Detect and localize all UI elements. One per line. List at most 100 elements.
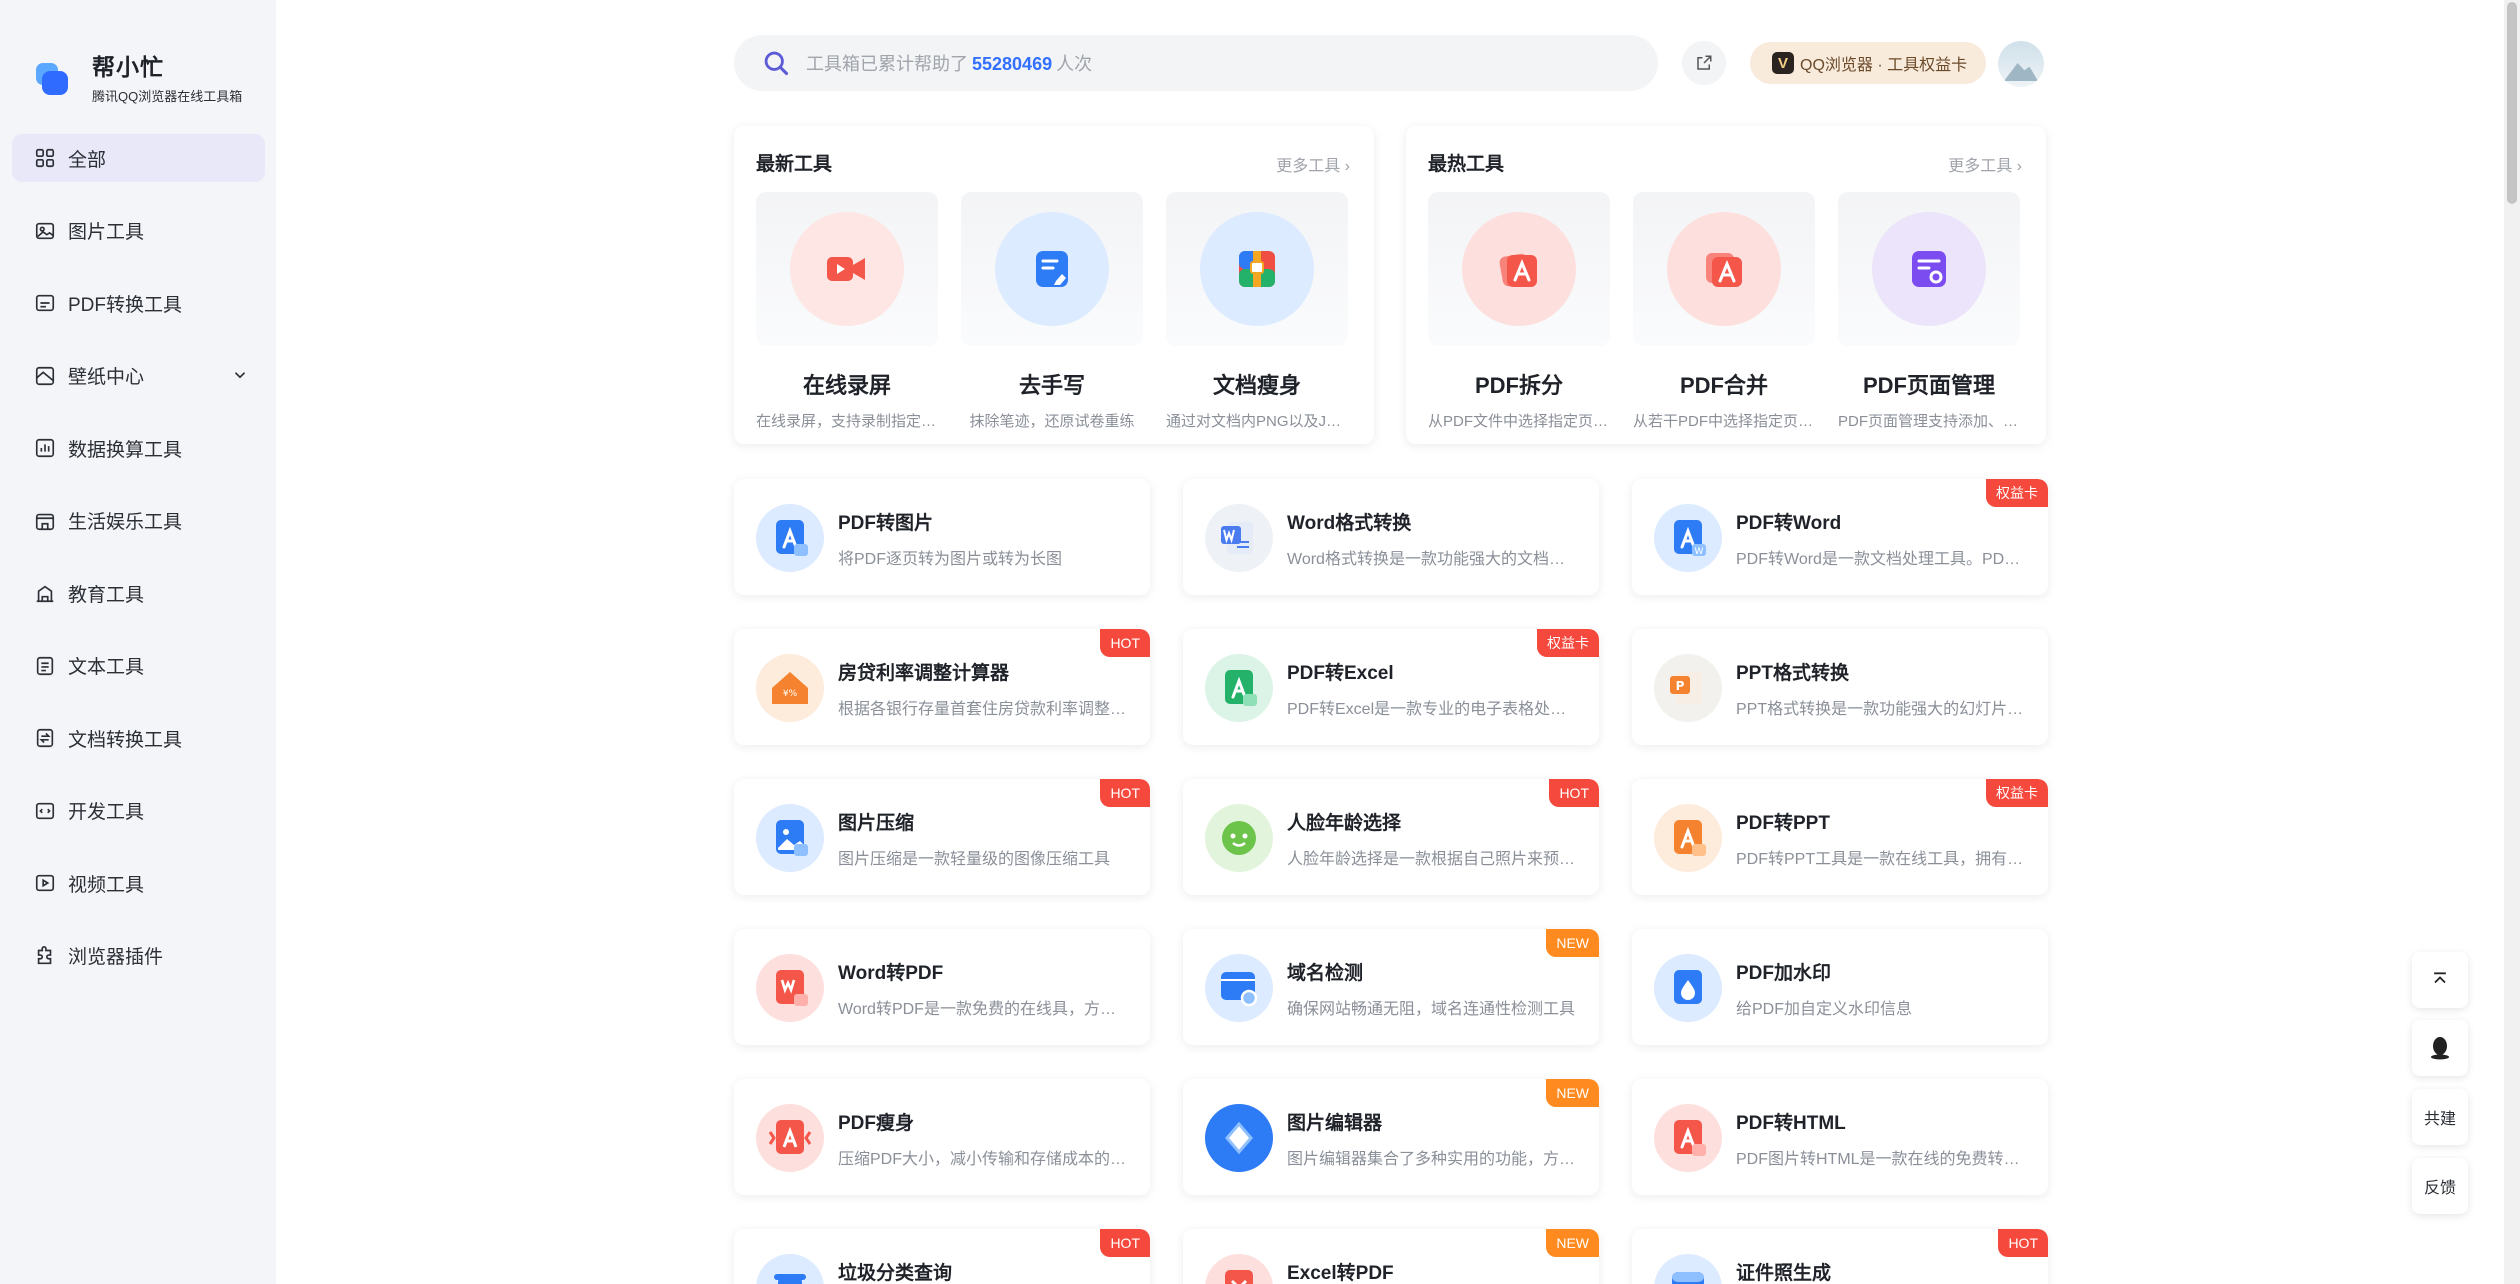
- sidebar-item-6[interactable]: 教育工具: [12, 569, 265, 617]
- image-icon: [34, 220, 56, 242]
- tool-card-title: 图片编辑器: [1287, 1113, 1383, 1134]
- tool-badge: NEW: [1546, 1079, 1599, 1107]
- code-icon: [34, 800, 56, 822]
- sidebar-item-3[interactable]: 壁纸中心: [12, 352, 265, 400]
- latest-tool-0[interactable]: 在线录屏在线录屏，支持录制指定窗口...: [756, 192, 938, 430]
- tool-card[interactable]: PDF瘦身 压缩PDF大小，减小传输和存储成本的工具: [734, 1079, 1150, 1195]
- qq-benefit-card-button[interactable]: V QQ浏览器 · 工具权益卡: [1750, 42, 1986, 84]
- latest-more-link[interactable]: 更多工具 ›: [1276, 152, 1350, 176]
- tool-card[interactable]: PDF转PPT PDF转PPT工具是一款在线工具，拥有强大的功能 权益卡: [1632, 779, 2048, 895]
- hot-tool-2[interactable]: PDF页面管理 PDF页面管理支持添加、删除...: [1838, 192, 2020, 430]
- sidebar-item-10[interactable]: 视频工具: [12, 859, 265, 907]
- tool-name: 在线录屏: [802, 373, 891, 398]
- tool-card[interactable]: 证件照生成 HOT: [1632, 1229, 2048, 1284]
- tool-badge: HOT: [1549, 779, 1599, 807]
- share-button[interactable]: [1682, 41, 1726, 85]
- qq-chat-button[interactable]: [2412, 1020, 2468, 1076]
- tool-badge: 权益卡: [1986, 479, 2048, 507]
- sidebar: 帮小忙 腾讯QQ浏览器在线工具箱 全部图片工具 PDF转换工具 壁纸中心数据换算工具…: [0, 0, 276, 1284]
- video-icon: [34, 872, 56, 894]
- school-icon: [34, 582, 56, 604]
- latest-tool-1[interactable]: 去手写 抹除笔迹，还原试卷重练: [961, 192, 1143, 430]
- tool-card[interactable]: P PPT格式转换 PPT格式转换是一款功能强大的幻灯片转换工具: [1632, 629, 2048, 745]
- arrow-up-icon: [2434, 972, 2446, 984]
- tool-card[interactable]: PDF转图片 将PDF逐页转为图片或转为长图: [734, 479, 1150, 595]
- tool-card-description: PDF转Excel是一款专业的电子表格处理工具: [1287, 701, 1577, 718]
- hot-tool-1[interactable]: PDF合并 从若干PDF中选择指定页面...: [1633, 192, 1815, 430]
- pdf-to-word-icon: W: [1654, 504, 1722, 572]
- chevron-down-icon[interactable]: [231, 366, 249, 384]
- ppt-icon: P: [1654, 654, 1722, 722]
- tool-card-title: PDF转PPT: [1736, 813, 1830, 834]
- tool-card[interactable]: 域名检测 确保网站畅通无阻，域名连通性检测工具 NEW: [1183, 929, 1599, 1045]
- search-bar[interactable]: 工具箱已累计帮助了 55280469 人次: [734, 35, 1658, 91]
- sidebar-item-5[interactable]: 生活娱乐工具: [12, 497, 265, 545]
- tool-card[interactable]: PDF转HTML PDF图片转HTML是一款在线的免费转换工具: [1632, 1079, 2048, 1195]
- sidebar-item-2[interactable]: PDF转换工具: [12, 279, 265, 327]
- tool-card-title: PDF加水印: [1736, 963, 1832, 984]
- brand-subtitle: 腾讯QQ浏览器在线工具箱: [92, 89, 243, 104]
- tool-card[interactable]: PDF转Excel PDF转Excel是一款专业的电子表格处理工具 权益卡: [1183, 629, 1599, 745]
- sidebar-item-label: 数据换算工具: [68, 439, 183, 461]
- tool-description: 在线录屏，支持录制指定窗口...: [756, 413, 938, 430]
- tool-card-title: PDF转Excel: [1287, 663, 1394, 684]
- tool-card[interactable]: ¥% 房贷利率调整计算器 根据各银行存量首套住房贷款利率调整计算 HOT: [734, 629, 1150, 745]
- tool-icon-box: [1838, 192, 2020, 346]
- qq-card-label: QQ浏览器 · 工具权益卡: [1800, 57, 1968, 74]
- scrollbar[interactable]: [2504, 0, 2520, 1284]
- tool-card[interactable]: 人脸年龄选择人脸年龄选择是一款根据自己照片来预测年龄的工具 HOT: [1183, 779, 1599, 895]
- pdf-to-ppt-icon: [1654, 804, 1722, 872]
- search-icon: [764, 51, 789, 76]
- tool-description: 从若干PDF中选择指定页面...: [1633, 413, 1815, 430]
- tool-card[interactable]: W PDF转Word PDF转Word是一款文档处理工具。PDF转Word 权益卡: [1632, 479, 2048, 595]
- chart-icon: [34, 437, 56, 459]
- scrollbar-thumb[interactable]: [2507, 2, 2517, 204]
- tool-card-title: PPT格式转换: [1736, 663, 1849, 684]
- back-to-top-button[interactable]: [2412, 952, 2468, 1008]
- hot-more-link[interactable]: 更多工具 ›: [1948, 152, 2022, 176]
- tool-badge: HOT: [1100, 629, 1150, 657]
- tool-icon-box: [1428, 192, 1610, 346]
- sidebar-item-9[interactable]: 开发工具: [12, 787, 265, 835]
- latest-tools-panel: 最新工具 更多工具 › 在线录屏在线录屏，支持录制指定窗口...去手写抹除笔迹，…: [734, 126, 1374, 444]
- tool-card-title: Word格式转换: [1287, 513, 1412, 534]
- pdf-manage-icon: [1872, 212, 1986, 326]
- build-together-button[interactable]: 共建: [2412, 1089, 2468, 1145]
- tool-card[interactable]: Word格式转换 Word格式转换是一款功能强大的文档转换工具: [1183, 479, 1599, 595]
- brand[interactable]: 帮小忙 腾讯QQ浏览器在线工具箱: [32, 48, 242, 105]
- latest-tool-2[interactable]: 文档瘦身通过对文档内PNG以及JPG图片...: [1166, 192, 1348, 430]
- tool-card-description: PDF图片转HTML是一款在线的免费转换工具: [1736, 1151, 2026, 1168]
- tool-card[interactable]: 垃圾分类查询 HOT: [734, 1229, 1150, 1284]
- house-icon: ¥%: [756, 654, 824, 722]
- sidebar-item-0[interactable]: 全部: [12, 134, 265, 182]
- plugin-icon: [34, 945, 56, 967]
- sidebar-item-11[interactable]: 浏览器插件: [12, 932, 265, 980]
- sidebar-item-7[interactable]: 文本工具: [12, 642, 265, 690]
- shop-icon: [34, 510, 56, 532]
- sidebar-item-8[interactable]: 文档转换工具: [12, 714, 265, 762]
- tool-card[interactable]: 图片压缩 图片压缩是一款轻量级的图像压缩工具 HOT: [734, 779, 1150, 895]
- sidebar-nav: 全部图片工具 PDF转换工具 壁纸中心数据换算工具生活娱乐工具 教育工具文本工具文档转…: [12, 134, 265, 1004]
- tool-card[interactable]: Excel转PDF NEW: [1183, 1229, 1599, 1284]
- pdf-to-excel-icon: [1205, 654, 1273, 722]
- tool-card[interactable]: 图片编辑器 图片编辑器集合了多种实用的功能，方便快捷 NEW: [1183, 1079, 1599, 1195]
- image-compress-icon: [756, 804, 824, 872]
- feedback-button[interactable]: 反馈: [2412, 1158, 2468, 1214]
- hot-tool-0[interactable]: PDF拆分 从PDF文件中选择指定页面...: [1428, 192, 1610, 430]
- avatar[interactable]: [1998, 41, 2044, 87]
- sidebar-item-1[interactable]: 图片工具: [12, 207, 265, 255]
- tool-icon-box: [961, 192, 1143, 346]
- tool-icon-box: [756, 192, 938, 346]
- tool-card[interactable]: PDF加水印 给PDF加自定义水印信息: [1632, 929, 2048, 1045]
- tool-badge: HOT: [1100, 779, 1150, 807]
- sidebar-item-label: 全部: [68, 149, 107, 171]
- pdf-slim-icon: [756, 1104, 824, 1172]
- sidebar-item-4[interactable]: 数据换算工具: [12, 424, 265, 472]
- helped-count: 55280469: [972, 54, 1053, 74]
- pdf-icon: [34, 292, 56, 314]
- id-photo-icon: [1654, 1254, 1722, 1284]
- brand-logo: [32, 57, 68, 97]
- tool-name: 文档瘦身: [1212, 373, 1301, 398]
- tool-card[interactable]: Word转PDF Word转PDF是一款免费的在线具，方便快捷: [734, 929, 1150, 1045]
- sidebar-item-label: 图片工具: [68, 222, 145, 243]
